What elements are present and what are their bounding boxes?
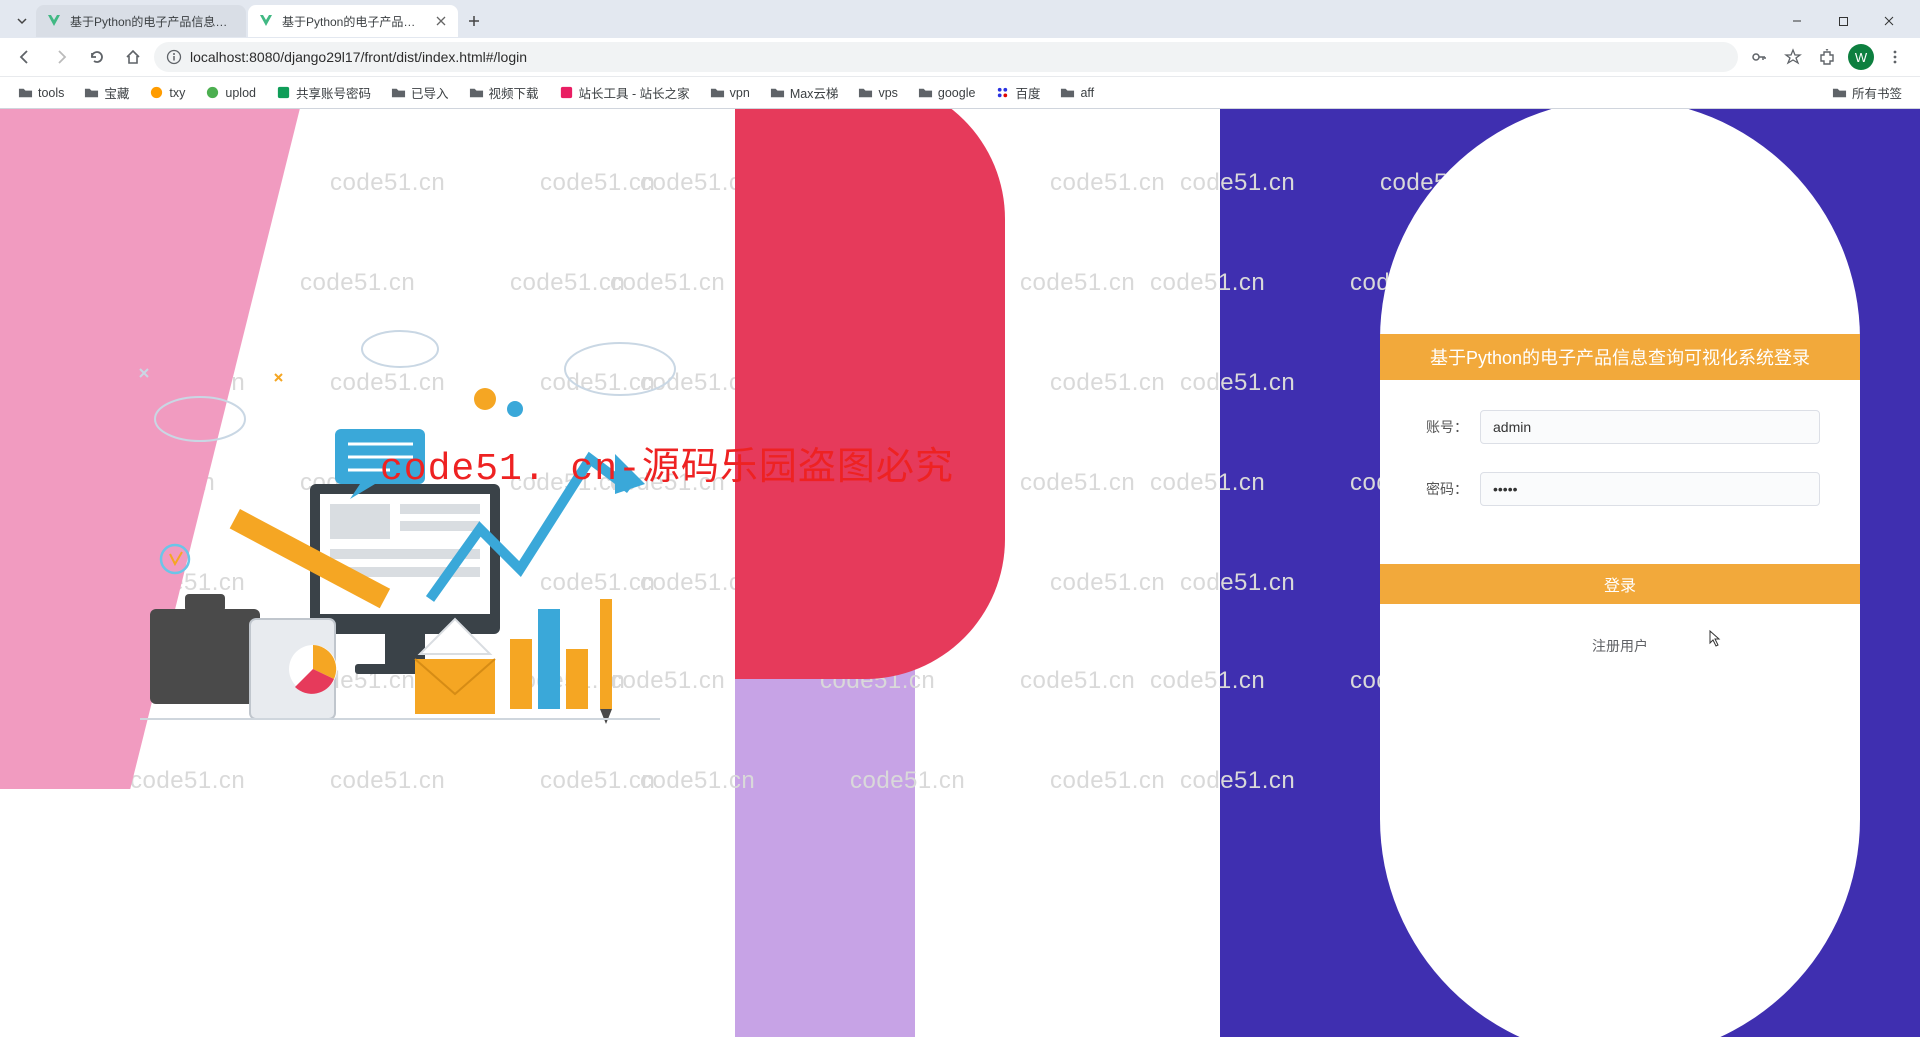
folder-icon [1060,85,1075,100]
new-tab-button[interactable] [460,7,488,35]
vue-favicon [258,13,274,29]
bookmark-vps[interactable]: vps [850,81,905,104]
folder-icon [918,85,933,100]
tab-title: 基于Python的电子产品信息查询 [70,13,236,30]
maximize-button[interactable] [1820,5,1866,37]
close-window-button[interactable] [1866,5,1912,37]
watermark-text: code51.cn [540,767,655,795]
folder-icon [84,85,99,100]
home-button[interactable] [118,42,148,72]
tab-bar: 基于Python的电子产品信息查询 基于Python的电子产品信息查询 [0,0,1920,38]
bookmark-webmaster[interactable]: 站长工具 - 站长之家 [551,79,698,106]
extensions-icon[interactable] [1812,42,1842,72]
watermark-text: code51.cn [1020,269,1135,297]
login-form: 账号： 密码： [1380,380,1860,554]
folder-icon [391,85,406,100]
login-title: 基于Python的电子产品信息查询可视化系统登录 [1380,334,1860,380]
folder-icon [18,85,33,100]
tab-search-dropdown[interactable] [8,7,36,35]
password-label: 密码： [1420,479,1468,499]
watermark-text: code51.cn [330,767,445,795]
back-button[interactable] [10,42,40,72]
folder-icon [858,85,873,100]
bg-red [735,109,1005,679]
site-info-icon[interactable] [166,49,182,65]
window-controls [1774,5,1912,37]
folder-icon [710,85,725,100]
bookmark-txy[interactable]: txy [141,81,193,104]
bookmark-video[interactable]: 视频下载 [461,79,547,106]
watermark-text: code51.cn [1050,569,1165,597]
folder-icon [770,85,785,100]
watermark-text: code51.cn [610,269,725,297]
vue-favicon [46,13,62,29]
profile-button[interactable]: W [1846,42,1876,72]
bookmark-treasure[interactable]: 宝藏 [76,79,137,106]
link-icon [276,85,291,100]
bookmark-uplod[interactable]: uplod [197,81,264,104]
link-icon [995,85,1010,100]
watermark-text: code51.cn [300,269,415,297]
bookmark-google[interactable]: google [910,81,984,104]
watermark-text: code51.cn [510,269,625,297]
folder-icon [469,85,484,100]
bookmarks-bar: tools 宝藏 txy uplod 共享账号密码 已导入 视频下载 站长工具 … [0,76,1920,108]
bookmark-shared-pwd[interactable]: 共享账号密码 [268,79,379,106]
folder-icon [1832,85,1847,100]
cursor-icon [1704,629,1722,651]
login-button[interactable]: 登录 [1380,564,1860,604]
url-input[interactable]: localhost:8080/django29l17/front/dist/in… [154,42,1738,72]
bookmark-star-icon[interactable] [1778,42,1808,72]
bookmark-imported[interactable]: 已导入 [383,79,457,106]
bookmark-maxcloud[interactable]: Max云梯 [762,79,847,106]
username-label: 账号： [1420,417,1468,437]
watermark-text: code51.cn [130,767,245,795]
overlay-watermark: code51. cn-源码乐园盗图必究 [380,435,954,491]
bookmark-baidu[interactable]: 百度 [987,79,1048,106]
close-icon[interactable] [434,14,448,28]
watermark-text: code51.cn [1020,667,1135,695]
login-panel: 基于Python的电子产品信息查询可视化系统登录 账号： 密码： 登录 注册用户 [1380,334,1860,656]
bookmark-aff[interactable]: aff [1052,81,1102,104]
watermark-text: code51.cn [1020,469,1135,497]
tab-title: 基于Python的电子产品信息查询 [282,13,426,30]
menu-button[interactable] [1880,42,1910,72]
link-icon [559,85,574,100]
watermark-text: code51.cn [330,169,445,197]
link-icon [149,85,164,100]
url-text: localhost:8080/django29l17/front/dist/in… [190,49,527,65]
browser-tab-1[interactable]: 基于Python的电子产品信息查询 [248,5,458,37]
register-link[interactable]: 注册用户 [1380,636,1860,656]
watermark-text: code51.cn [1050,169,1165,197]
username-input[interactable] [1480,410,1820,444]
minimize-button[interactable] [1774,5,1820,37]
hero-illustration [120,309,680,739]
reload-button[interactable] [82,42,112,72]
watermark-text: code51.cn [540,169,655,197]
page-content: code51.cncode51.cncode51.cncode51.cncode… [0,109,1920,1037]
all-bookmarks-button[interactable]: 所有书签 [1824,79,1910,106]
browser-tab-0[interactable]: 基于Python的电子产品信息查询 [36,5,246,37]
watermark-text: code51.cn [1050,369,1165,397]
password-input[interactable] [1480,472,1820,506]
password-key-icon[interactable] [1744,42,1774,72]
bookmark-vpn[interactable]: vpn [702,81,758,104]
address-bar: localhost:8080/django29l17/front/dist/in… [0,38,1920,76]
forward-button[interactable] [46,42,76,72]
watermark-text: code51.cn [1050,767,1165,795]
browser-chrome: 基于Python的电子产品信息查询 基于Python的电子产品信息查询 loca… [0,0,1920,109]
link-icon [205,85,220,100]
bookmark-tools[interactable]: tools [10,81,72,104]
